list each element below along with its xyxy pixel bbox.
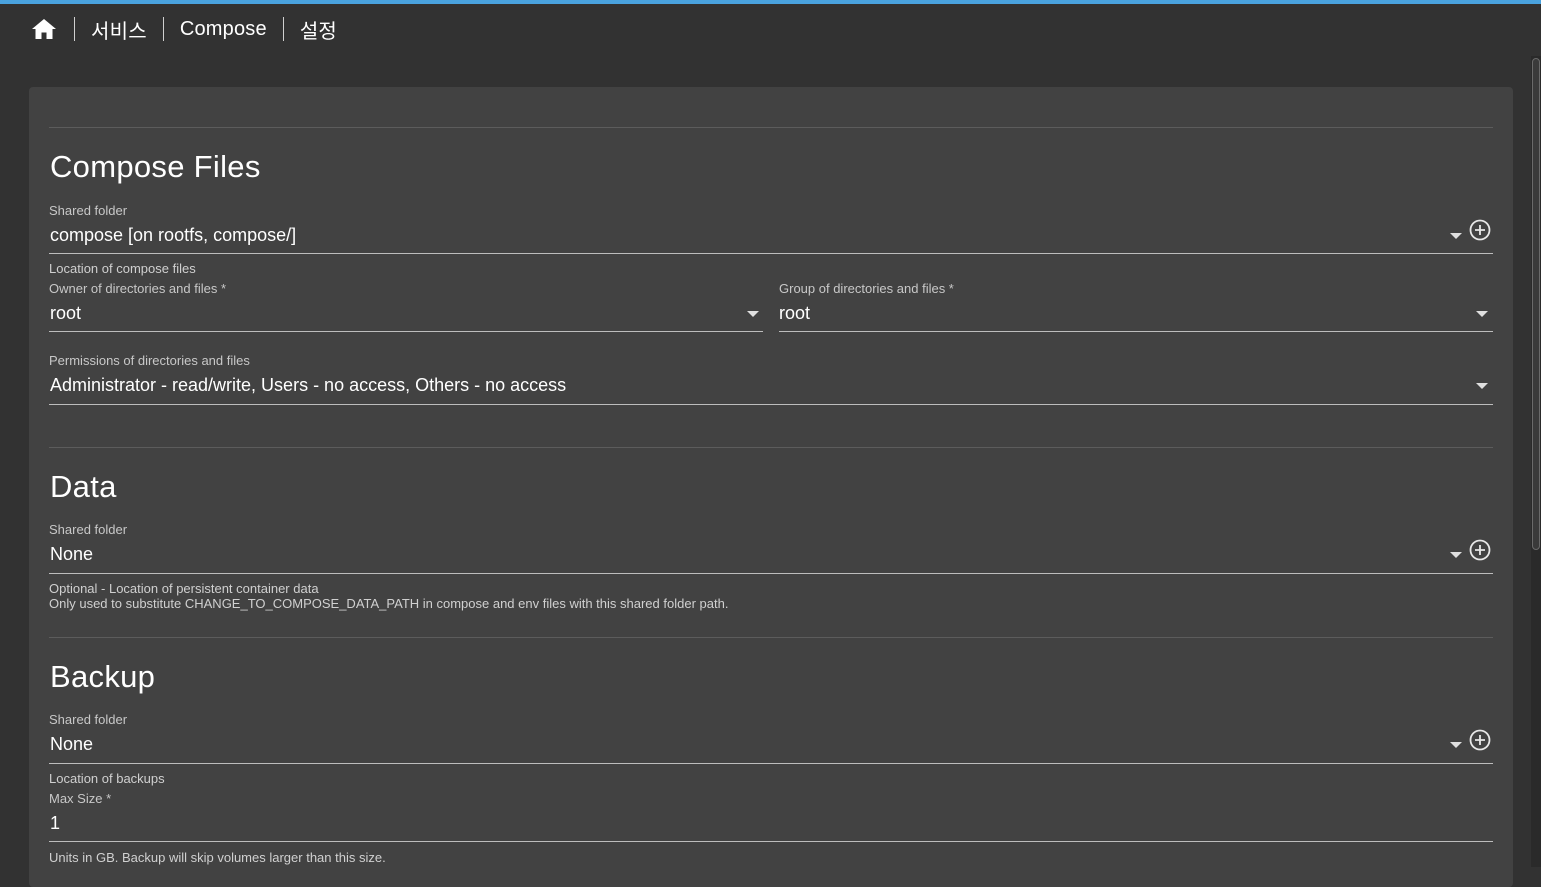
group-dropdown-icon[interactable]: [1476, 311, 1488, 317]
backup-shared-folder-label: Shared folder: [49, 712, 128, 727]
group-select[interactable]: root: [779, 303, 1469, 324]
backup-shared-folder-select[interactable]: None: [50, 734, 1440, 755]
section-title-backup: Backup: [50, 659, 156, 694]
compose-shared-folder-label: Shared folder: [49, 203, 128, 218]
compose-add-shared-folder-icon[interactable]: [1469, 219, 1491, 241]
data-shared-folder-hint-line1: Optional - Location of persistent contai…: [49, 581, 319, 596]
max-size-hint: Units in GB. Backup will skip volumes la…: [49, 850, 386, 865]
group-underline: [779, 331, 1493, 332]
section-title-compose-files: Compose Files: [50, 149, 261, 184]
compose-shared-folder-hint: Location of compose files: [49, 261, 196, 276]
backup-shared-folder-dropdown-icon[interactable]: [1450, 742, 1462, 748]
breadcrumb: 서비스 Compose 설정: [30, 14, 337, 44]
permissions-underline: [49, 404, 1493, 405]
permissions-select[interactable]: Administrator - read/write, Users - no a…: [50, 375, 1450, 396]
backup-shared-folder-hint: Location of backups: [49, 771, 165, 786]
permissions-label: Permissions of directories and files: [49, 353, 250, 368]
breadcrumb-item-services[interactable]: 서비스: [91, 15, 147, 44]
owner-label: Owner of directories and files *: [49, 281, 227, 296]
data-shared-folder-select[interactable]: None: [50, 544, 1440, 565]
data-shared-folder-underline: [49, 573, 1493, 574]
breadcrumb-separator: [162, 17, 164, 41]
home-icon[interactable]: [30, 15, 58, 43]
permissions-dropdown-icon[interactable]: [1476, 383, 1488, 389]
group-label: Group of directories and files *: [779, 281, 954, 296]
breadcrumb-separator: [282, 17, 284, 41]
compose-shared-folder-dropdown-icon[interactable]: [1450, 233, 1462, 239]
owner-select[interactable]: root: [50, 303, 740, 324]
top-accent-bar: [0, 0, 1541, 4]
backup-shared-folder-underline: [49, 763, 1493, 764]
breadcrumb-item-settings: 설정: [299, 20, 338, 43]
max-size-underline: [49, 841, 1493, 842]
settings-card: [29, 87, 1513, 887]
compose-shared-folder-select[interactable]: compose [on rootfs, compose/]: [50, 225, 1440, 246]
compose-shared-folder-underline: [49, 253, 1493, 254]
data-shared-folder-dropdown-icon[interactable]: [1450, 552, 1462, 558]
data-shared-folder-label: Shared folder: [49, 522, 128, 537]
section-title-data: Data: [50, 469, 117, 504]
section-divider: [49, 637, 1493, 638]
max-size-label: Max Size *: [49, 791, 112, 806]
max-size-input[interactable]: 1: [50, 813, 1450, 834]
owner-underline: [49, 331, 763, 332]
section-divider: [49, 447, 1493, 448]
breadcrumb-item-compose[interactable]: Compose: [180, 18, 267, 41]
data-shared-folder-hint-line2: Only used to substitute CHANGE_TO_COMPOS…: [49, 596, 729, 611]
backup-add-shared-folder-icon[interactable]: [1469, 729, 1491, 751]
section-divider: [49, 127, 1493, 128]
breadcrumb-separator: [74, 17, 75, 41]
owner-dropdown-icon[interactable]: [747, 311, 759, 317]
scrollbar-thumb[interactable]: [1532, 58, 1540, 550]
data-add-shared-folder-icon[interactable]: [1469, 539, 1491, 561]
